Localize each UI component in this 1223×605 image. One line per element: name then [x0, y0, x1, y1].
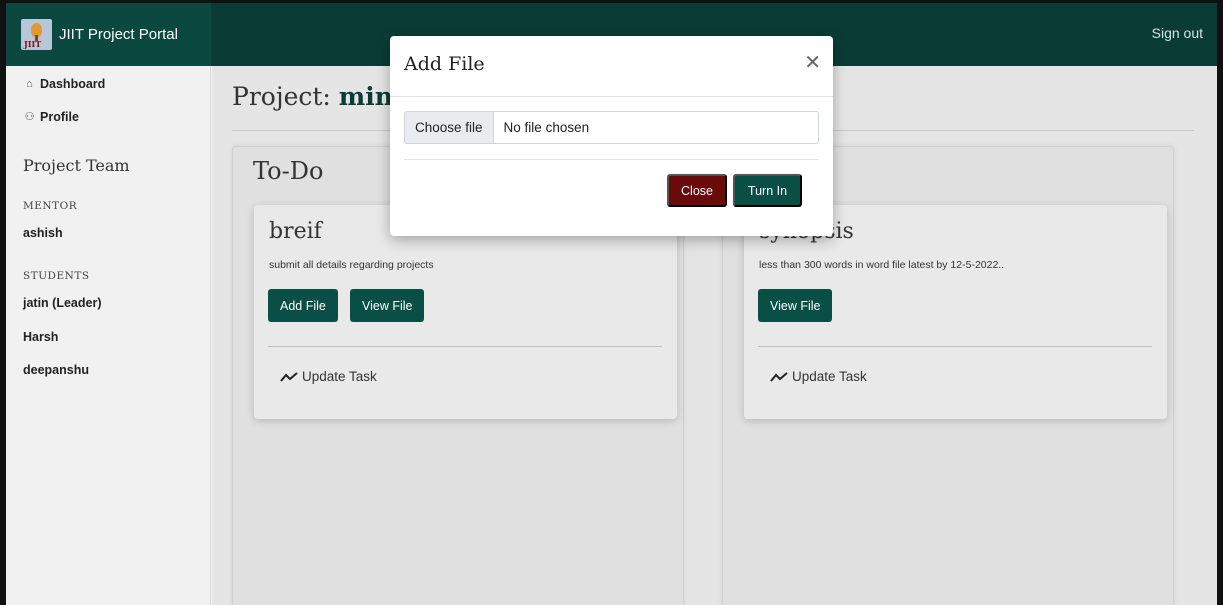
- turn-in-button[interactable]: Turn In: [733, 174, 802, 207]
- divider: [404, 159, 819, 160]
- close-button[interactable]: Close: [667, 174, 727, 207]
- close-icon[interactable]: ✕: [804, 52, 821, 72]
- choose-file-button[interactable]: Choose file: [405, 112, 494, 143]
- file-input[interactable]: Choose file No file chosen: [404, 111, 819, 144]
- file-name-text: No file chosen: [503, 120, 590, 135]
- add-file-modal: Add File ✕ Choose file No file chosen Cl…: [390, 36, 833, 236]
- modal-title: Add File: [404, 53, 485, 75]
- divider: [390, 96, 833, 97]
- app-frame: JIIT JIIT Project Portal Sign out ⌂ Dash…: [0, 0, 1223, 605]
